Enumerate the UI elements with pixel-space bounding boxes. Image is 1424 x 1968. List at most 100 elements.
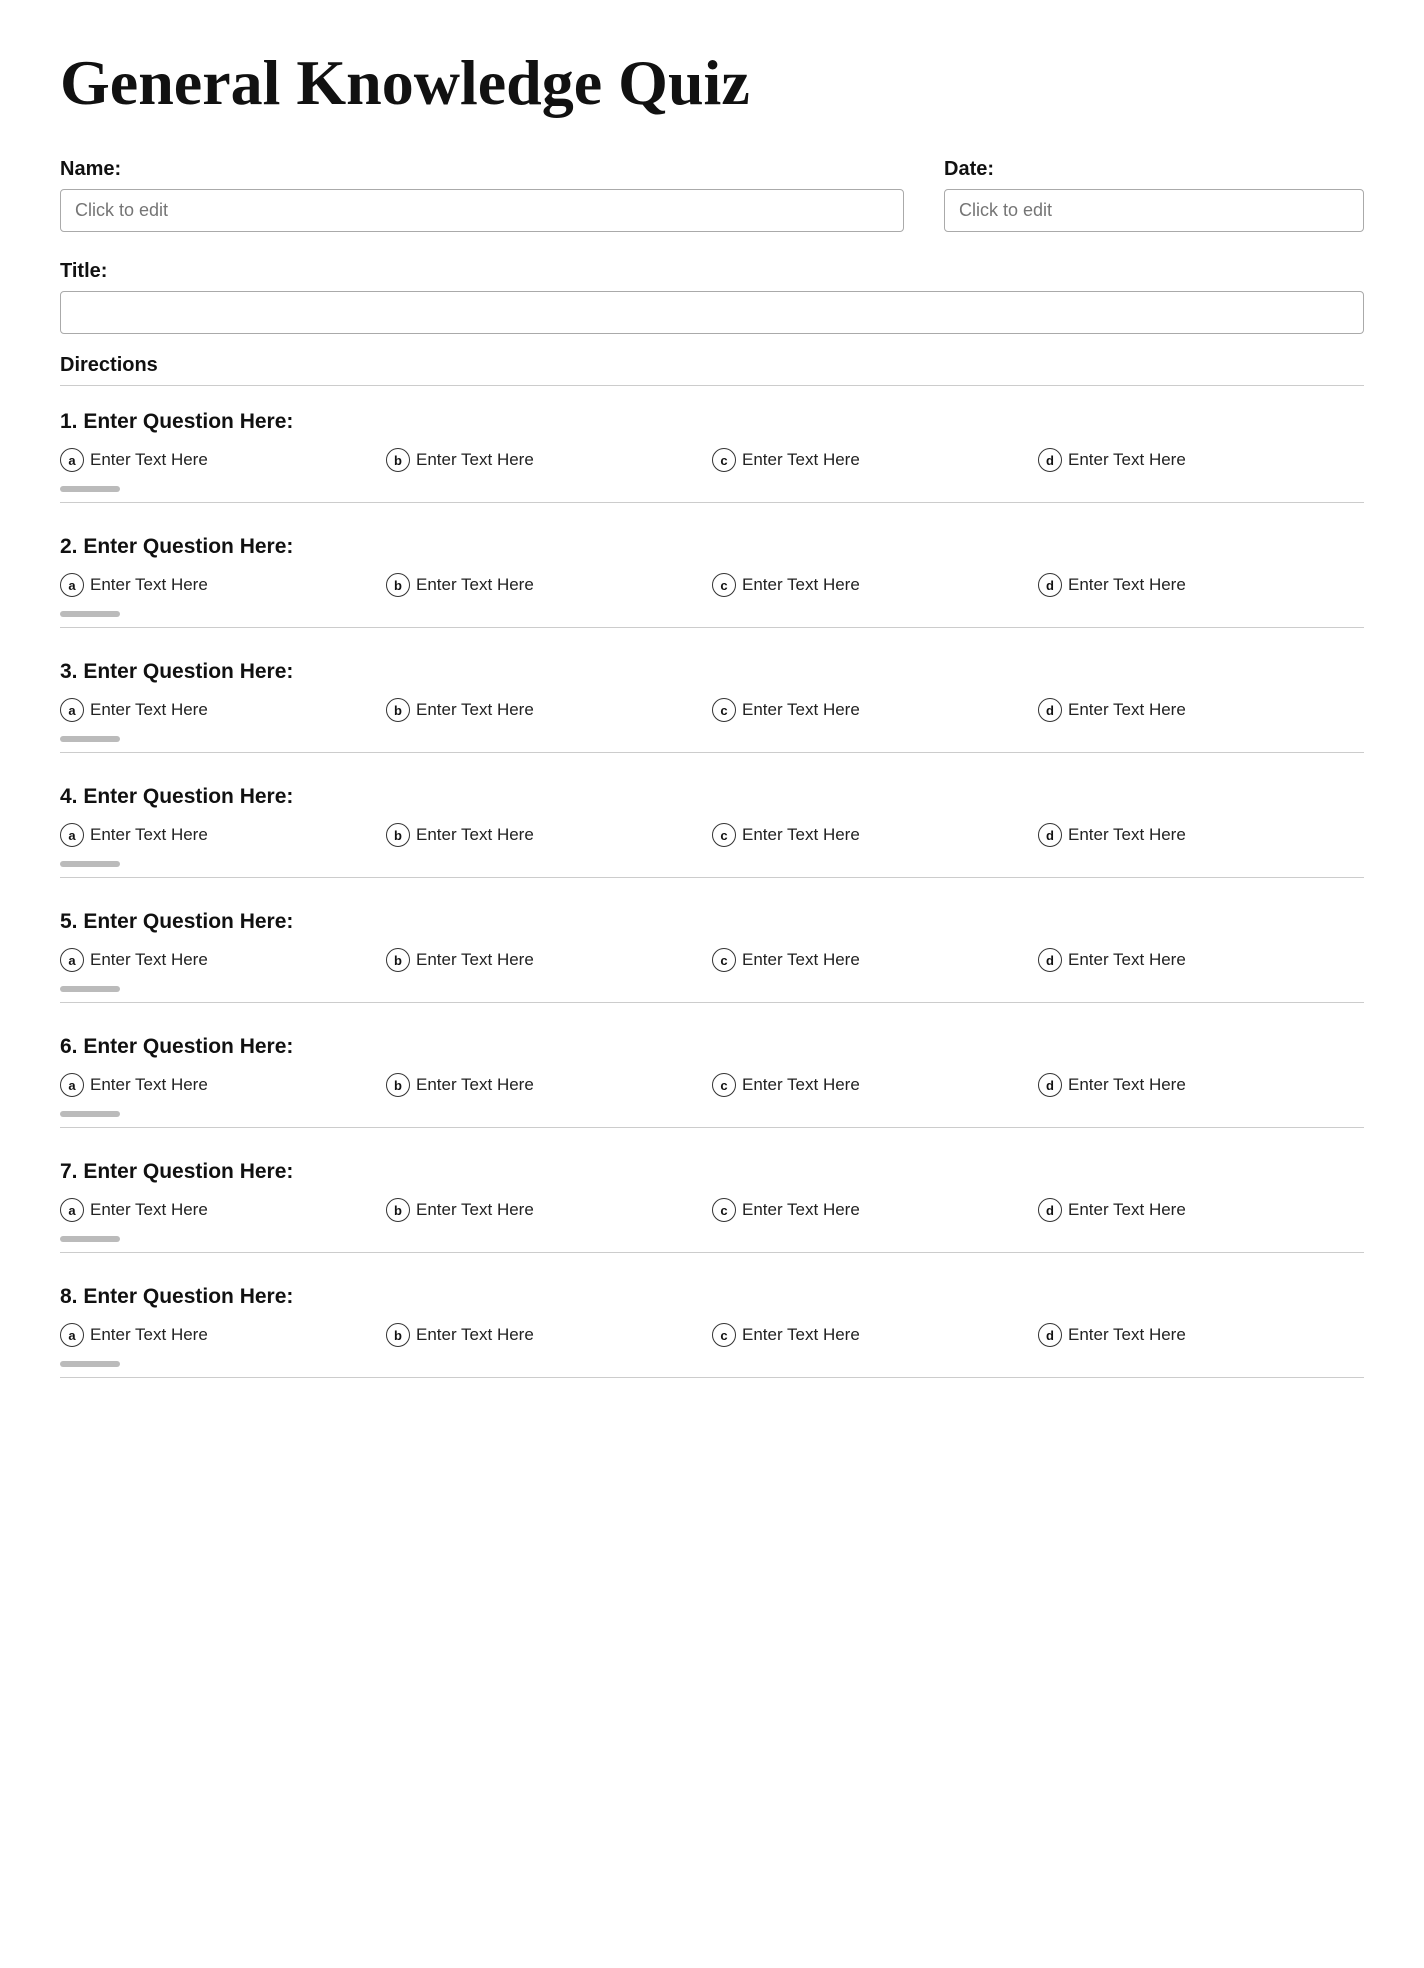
option-text-2-c: Enter Text Here bbox=[742, 575, 860, 595]
divider-6 bbox=[60, 1127, 1364, 1128]
option-4-d[interactable]: d Enter Text Here bbox=[1038, 823, 1364, 847]
question-title-2: 2. Enter Question Here: bbox=[60, 535, 1364, 559]
option-7-c[interactable]: cEnter Text Here bbox=[712, 1198, 1038, 1222]
option-text-8-c: Enter Text Here bbox=[742, 1325, 860, 1345]
option-text-7-a: Enter Text Here bbox=[90, 1200, 208, 1220]
answer-indicator-6 bbox=[60, 1111, 120, 1117]
answer-indicator-8 bbox=[60, 1361, 120, 1367]
name-input[interactable] bbox=[60, 189, 904, 232]
answer-indicator-3 bbox=[60, 736, 120, 742]
title-row: Title: bbox=[60, 260, 1364, 334]
option-3-b[interactable]: b Enter Text Here bbox=[386, 698, 712, 722]
option-6-c[interactable]: c Enter Text Here bbox=[712, 1073, 1038, 1097]
name-field: Name: bbox=[60, 158, 904, 232]
date-input[interactable] bbox=[944, 189, 1364, 232]
option-1-d[interactable]: dEnter Text Here bbox=[1038, 448, 1364, 472]
option-1-c[interactable]: cEnter Text Here bbox=[712, 448, 1038, 472]
option-2-b[interactable]: bEnter Text Here bbox=[386, 573, 712, 597]
option-circle-5-a: a bbox=[60, 948, 84, 972]
option-4-b[interactable]: bEnter Text Here bbox=[386, 823, 712, 847]
option-6-b[interactable]: bEnter Text Here bbox=[386, 1073, 712, 1097]
header-row: Name: Date: bbox=[60, 158, 1364, 232]
question-title-6: 6. Enter Question Here: bbox=[60, 1035, 1364, 1059]
option-5-a[interactable]: aEnter Text Here bbox=[60, 948, 386, 972]
questions-container: 1. Enter Question Here:aEnter Text Hereb… bbox=[60, 410, 1364, 1390]
option-text-4-a: Enter Text Here bbox=[90, 825, 208, 845]
option-7-d[interactable]: dEnter Text Here bbox=[1038, 1198, 1364, 1222]
option-circle-1-c: c bbox=[712, 448, 736, 472]
option-text-6-c: Enter Text Here bbox=[742, 1075, 860, 1095]
question-block-1: 1. Enter Question Here:aEnter Text Hereb… bbox=[60, 410, 1364, 515]
option-text-8-a: Enter Text Here bbox=[90, 1325, 208, 1345]
option-circle-3-a: a bbox=[60, 698, 84, 722]
option-circle-1-b: b bbox=[386, 448, 410, 472]
option-3-a[interactable]: a Enter Text Here bbox=[60, 698, 386, 722]
option-text-4-b: Enter Text Here bbox=[416, 825, 534, 845]
question-title-8: 8. Enter Question Here: bbox=[60, 1285, 1364, 1309]
option-8-a[interactable]: a Enter Text Here bbox=[60, 1323, 386, 1347]
option-text-5-b: Enter Text Here bbox=[416, 950, 534, 970]
question-title-4: 4. Enter Question Here: bbox=[60, 785, 1364, 809]
option-5-d[interactable]: dEnter Text Here bbox=[1038, 948, 1364, 972]
option-circle-5-b: b bbox=[386, 948, 410, 972]
option-circle-6-b: b bbox=[386, 1073, 410, 1097]
option-circle-8-c: c bbox=[712, 1323, 736, 1347]
question-block-8: 8. Enter Question Here: a Enter Text Here b… bbox=[60, 1285, 1364, 1390]
question-block-6: 6. Enter Question Here: aEnter Text Hereb… bbox=[60, 1035, 1364, 1140]
option-4-c[interactable]: c Enter Text Here bbox=[712, 823, 1038, 847]
option-text-1-b: Enter Text Here bbox=[416, 450, 534, 470]
options-row-4: aEnter Text HerebEnter Text HerecEnter T… bbox=[60, 823, 1364, 847]
option-text-3-a: Enter Text Here bbox=[90, 700, 208, 720]
title-input[interactable] bbox=[60, 291, 1364, 334]
option-circle-3-d: d bbox=[1038, 698, 1062, 722]
divider-1 bbox=[60, 502, 1364, 503]
option-5-c[interactable]: cEnter Text Here bbox=[712, 948, 1038, 972]
options-row-1: aEnter Text HerebEnter Text HerecEnter T… bbox=[60, 448, 1364, 472]
option-circle-4-d: d bbox=[1038, 823, 1062, 847]
option-4-a[interactable]: a Enter Text Here bbox=[60, 823, 386, 847]
option-text-4-c: Enter Text Here bbox=[742, 825, 860, 845]
option-1-b[interactable]: b Enter Text Here bbox=[386, 448, 712, 472]
question-block-3: 3. Enter Question Here:aEnter Text Hereb… bbox=[60, 660, 1364, 765]
divider-5 bbox=[60, 1002, 1364, 1003]
divider-8 bbox=[60, 1377, 1364, 1378]
divider-2 bbox=[60, 627, 1364, 628]
date-label: Date: bbox=[944, 158, 1364, 181]
options-row-6: aEnter Text HerebEnter Text HerecEnter T… bbox=[60, 1073, 1364, 1097]
option-6-d[interactable]: dEnter Text Here bbox=[1038, 1073, 1364, 1097]
option-text-6-d: Enter Text Here bbox=[1068, 1075, 1186, 1095]
answer-indicator-2 bbox=[60, 611, 120, 617]
question-title-3: 3. Enter Question Here: bbox=[60, 660, 1364, 684]
option-circle-4-c: c bbox=[712, 823, 736, 847]
option-5-b[interactable]: b Enter Text Here bbox=[386, 948, 712, 972]
option-text-1-a: Enter Text Here bbox=[90, 450, 208, 470]
date-field: Date: bbox=[944, 158, 1364, 232]
question-title-7: 7. Enter Question Here: bbox=[60, 1160, 1364, 1184]
option-2-a[interactable]: aEnter Text Here bbox=[60, 573, 386, 597]
option-3-c[interactable]: cEnter Text Here bbox=[712, 698, 1038, 722]
option-7-a[interactable]: aEnter Text Here bbox=[60, 1198, 386, 1222]
option-6-a[interactable]: aEnter Text Here bbox=[60, 1073, 386, 1097]
option-8-c[interactable]: c Enter Text Here bbox=[712, 1323, 1038, 1347]
option-text-4-d: Enter Text Here bbox=[1068, 825, 1186, 845]
option-circle-6-c: c bbox=[712, 1073, 736, 1097]
option-7-b[interactable]: bEnter Text Here bbox=[386, 1198, 712, 1222]
option-circle-1-d: d bbox=[1038, 448, 1062, 472]
directions-section: Directions bbox=[60, 354, 1364, 386]
answer-indicator-7 bbox=[60, 1236, 120, 1242]
option-3-d[interactable]: dEnter Text Here bbox=[1038, 698, 1364, 722]
option-circle-3-b: b bbox=[386, 698, 410, 722]
option-2-d[interactable]: dEnter Text Here bbox=[1038, 573, 1364, 597]
option-text-8-d: Enter Text Here bbox=[1068, 1325, 1186, 1345]
option-circle-4-a: a bbox=[60, 823, 84, 847]
option-text-3-b: Enter Text Here bbox=[416, 700, 534, 720]
options-row-8: a Enter Text Here bEnter Text Herec Enter T… bbox=[60, 1323, 1364, 1347]
option-1-a[interactable]: aEnter Text Here bbox=[60, 448, 386, 472]
option-circle-8-a: a bbox=[60, 1323, 84, 1347]
option-8-b[interactable]: bEnter Text Here bbox=[386, 1323, 712, 1347]
option-2-c[interactable]: cEnter Text Here bbox=[712, 573, 1038, 597]
option-8-d[interactable]: dEnter Text Here bbox=[1038, 1323, 1364, 1347]
answer-indicator-1 bbox=[60, 486, 120, 492]
option-text-7-d: Enter Text Here bbox=[1068, 1200, 1186, 1220]
option-text-7-b: Enter Text Here bbox=[416, 1200, 534, 1220]
